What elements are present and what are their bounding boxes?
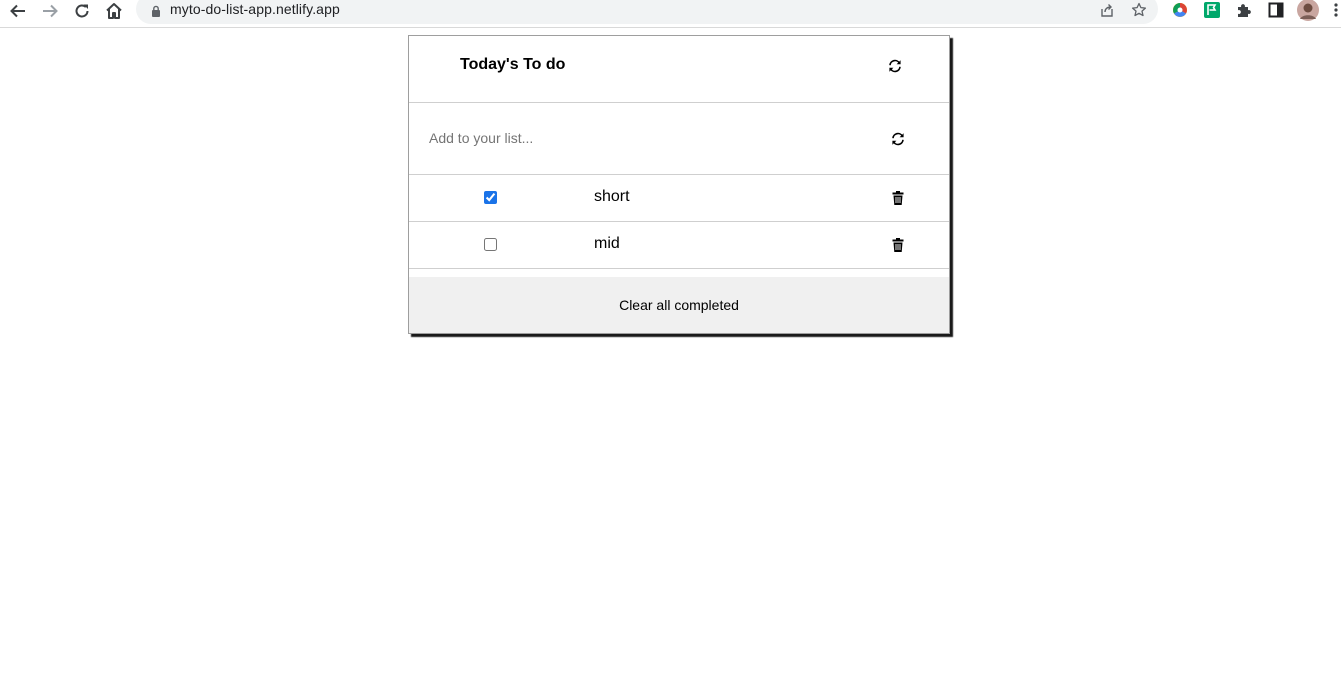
puzzle-extensions-icon[interactable]	[1235, 1, 1253, 19]
todo-checkbox[interactable]	[484, 191, 497, 204]
url-text: myto-do-list-app.netlify.app	[170, 1, 340, 17]
green-flag-extension-icon[interactable]	[1203, 1, 1221, 19]
share-icon[interactable]	[1098, 1, 1116, 19]
reload-icon[interactable]	[69, 0, 95, 22]
add-refresh-icon[interactable]	[890, 131, 906, 147]
star-icon[interactable]	[1130, 1, 1148, 19]
side-panel-icon[interactable]	[1267, 1, 1285, 19]
refresh-icon[interactable]	[887, 58, 903, 74]
profile-avatar[interactable]	[1297, 0, 1319, 21]
todo-card: Today's To do short	[408, 35, 950, 334]
lock-icon	[150, 4, 162, 17]
more-menu-icon[interactable]	[1332, 1, 1340, 19]
browser-toolbar: myto-do-list-app.netlify.app	[0, 0, 1341, 28]
forward-arrow-icon[interactable]	[37, 0, 63, 22]
list-item: mid	[409, 222, 949, 269]
trash-icon[interactable]	[891, 191, 905, 205]
todo-checkbox[interactable]	[484, 238, 497, 251]
todo-label: short	[594, 188, 630, 205]
todo-label: mid	[594, 235, 620, 252]
add-item-row	[409, 103, 949, 175]
clear-completed-button[interactable]: Clear all completed	[409, 277, 949, 333]
page-title: Today's To do	[460, 56, 566, 73]
home-icon[interactable]	[101, 0, 127, 22]
address-bar[interactable]: myto-do-list-app.netlify.app	[136, 0, 1158, 24]
add-item-input[interactable]	[421, 123, 861, 153]
colorful-extension-icon[interactable]	[1171, 1, 1189, 19]
trash-icon[interactable]	[891, 238, 905, 252]
todo-header: Today's To do	[409, 36, 949, 103]
back-arrow-icon[interactable]	[5, 0, 31, 22]
list-item: short	[409, 175, 949, 222]
